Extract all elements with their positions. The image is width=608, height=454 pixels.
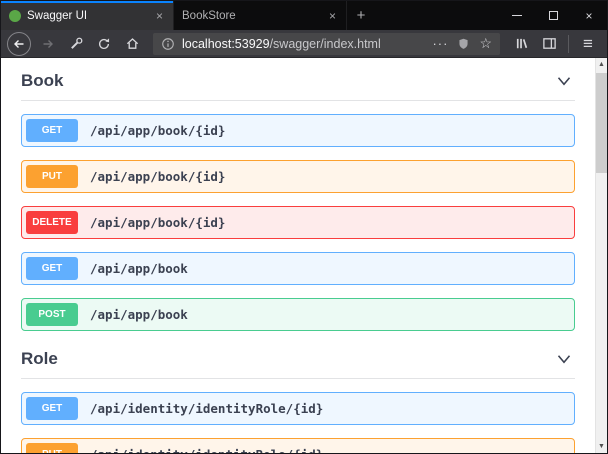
minimize-button[interactable] <box>499 1 535 30</box>
new-tab-button[interactable]: + <box>347 1 375 30</box>
endpoint-path: /api/app/book <box>90 261 188 276</box>
section-header-book[interactable]: Book <box>21 66 575 101</box>
tab-close-icon[interactable]: × <box>154 9 165 23</box>
method-badge: GET <box>26 257 78 280</box>
section-title: Book <box>21 71 64 91</box>
url-text: localhost:53929/swagger/index.html <box>182 37 425 51</box>
vertical-scrollbar[interactable]: ▲ ▼ <box>595 58 607 453</box>
endpoint-row[interactable]: POST /api/app/book <box>21 298 575 331</box>
scroll-down-icon[interactable]: ▼ <box>596 440 607 453</box>
minimize-icon <box>512 15 522 16</box>
sidebar-icon <box>542 36 557 51</box>
wrench-icon <box>69 36 84 51</box>
endpoint-path: /api/app/book/{id} <box>90 123 225 138</box>
method-badge: DELETE <box>26 211 78 234</box>
endpoint-path: /api/identity/identityRole/{id} <box>90 401 323 416</box>
url-actions: ··· ☆ <box>432 35 492 52</box>
home-icon <box>125 36 140 51</box>
sidebar-button[interactable] <box>536 32 562 56</box>
endpoint-path: /api/app/book <box>90 307 188 322</box>
navigation-bar: localhost:53929/swagger/index.html ··· ☆… <box>1 30 607 58</box>
swagger-content: Book GET /api/app/book/{id} PUT /api/app… <box>1 58 595 453</box>
menu-button[interactable]: ≡ <box>575 34 601 54</box>
method-badge: GET <box>26 119 78 142</box>
maximize-icon <box>549 11 558 20</box>
endpoint-row[interactable]: PUT /api/app/book/{id} <box>21 160 575 193</box>
section-role: Role GET /api/identity/identityRole/{id}… <box>21 344 575 453</box>
endpoint-path: /api/app/book/{id} <box>90 169 225 184</box>
library-icon <box>514 36 529 51</box>
url-bar[interactable]: localhost:53929/swagger/index.html ··· ☆ <box>153 33 500 55</box>
bookmark-star-icon[interactable]: ☆ <box>479 35 492 52</box>
page-viewport: Book GET /api/app/book/{id} PUT /api/app… <box>1 58 607 453</box>
method-badge: POST <box>26 303 78 326</box>
scrollbar-track[interactable] <box>596 71 607 440</box>
browser-window: Swagger UI × BookStore × + × <box>0 0 608 454</box>
method-badge: PUT <box>26 165 78 188</box>
tab-title: BookStore <box>182 10 321 22</box>
back-button[interactable] <box>7 32 31 56</box>
endpoint-row[interactable]: GET /api/identity/identityRole/{id} <box>21 392 575 425</box>
scrollbar-thumb[interactable] <box>596 73 607 173</box>
wrench-button[interactable] <box>63 32 89 56</box>
endpoint-row[interactable]: GET /api/app/book <box>21 252 575 285</box>
tab-bar: Swagger UI × BookStore × + × <box>1 1 607 30</box>
tab-close-icon[interactable]: × <box>327 9 338 23</box>
tab-swagger-ui[interactable]: Swagger UI × <box>1 1 174 30</box>
method-badge: GET <box>26 397 78 420</box>
url-host: localhost:53929 <box>182 37 270 51</box>
maximize-button[interactable] <box>535 1 571 30</box>
page-actions-icon[interactable]: ··· <box>432 36 448 51</box>
endpoint-row[interactable]: GET /api/app/book/{id} <box>21 114 575 147</box>
endpoint-path: /api/app/book/{id} <box>90 215 225 230</box>
forward-arrow-icon <box>42 38 54 50</box>
endpoint-path: /api/identity/identityRole/{id} <box>90 447 323 453</box>
reload-button[interactable] <box>91 32 117 56</box>
reload-icon <box>97 37 111 51</box>
close-button[interactable]: × <box>571 1 607 30</box>
section-header-role[interactable]: Role <box>21 344 575 379</box>
site-info-icon[interactable] <box>161 37 175 51</box>
chevron-down-icon[interactable] <box>553 70 575 92</box>
swagger-favicon-icon <box>9 10 21 22</box>
endpoint-row[interactable]: DELETE /api/app/book/{id} <box>21 206 575 239</box>
toolbar-divider <box>568 35 569 53</box>
tab-title: Swagger UI <box>27 10 148 22</box>
forward-button[interactable] <box>35 32 61 56</box>
tab-bookstore[interactable]: BookStore × <box>174 1 347 30</box>
home-button[interactable] <box>119 32 145 56</box>
shield-icon[interactable] <box>457 37 470 51</box>
endpoint-row[interactable]: PUT /api/identity/identityRole/{id} <box>21 438 575 453</box>
scroll-up-icon[interactable]: ▲ <box>596 58 607 71</box>
section-title: Role <box>21 349 58 369</box>
library-button[interactable] <box>508 32 534 56</box>
back-arrow-icon <box>13 38 25 50</box>
tabbar-spacer <box>375 1 499 30</box>
url-path: /swagger/index.html <box>270 37 381 51</box>
method-badge: PUT <box>26 443 78 453</box>
section-book: Book GET /api/app/book/{id} PUT /api/app… <box>21 66 575 331</box>
chevron-down-icon[interactable] <box>553 348 575 370</box>
